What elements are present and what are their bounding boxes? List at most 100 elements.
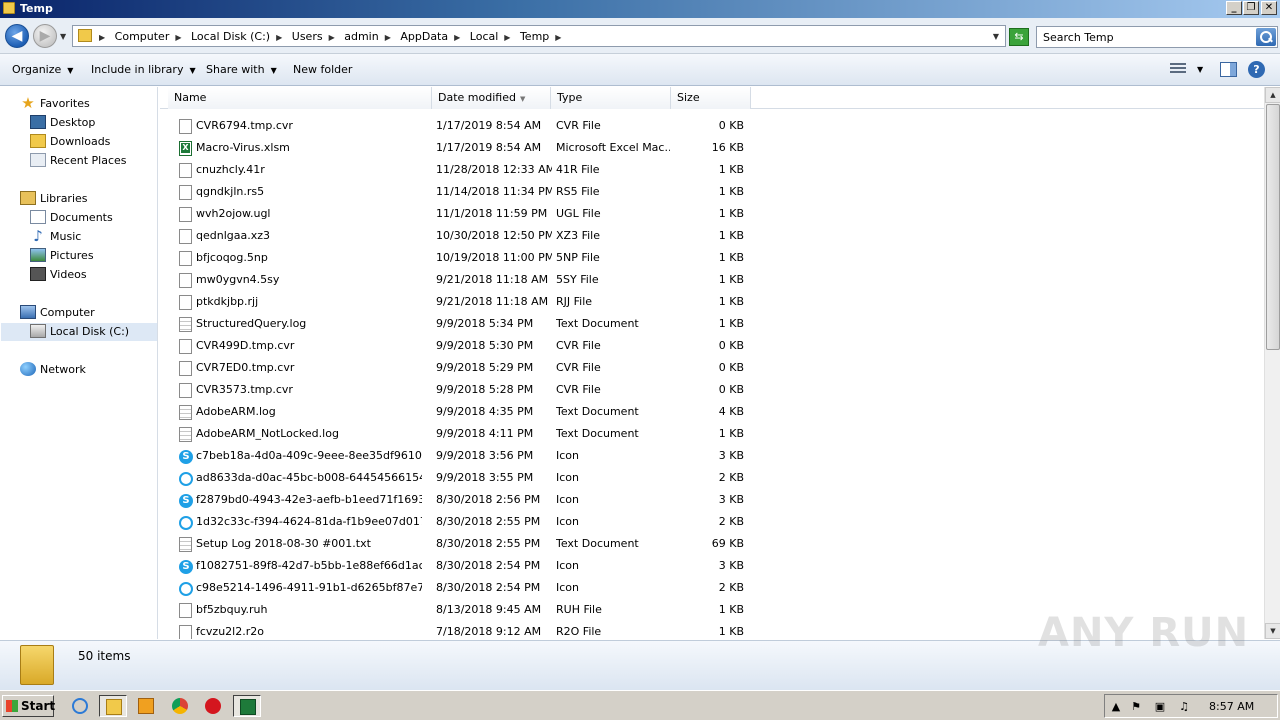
nav-music-label: Music [50,230,82,243]
vertical-scrollbar[interactable]: ▲ ▼ [1264,87,1280,639]
nav-favorites[interactable]: ★ Favorites [20,95,89,113]
show-hidden-icons-icon[interactable]: ▲ [1109,700,1123,714]
address-dropdown[interactable]: ▼ [993,32,999,41]
file-size: 1 KB [718,317,744,330]
new-folder-button[interactable]: New folder [293,63,352,76]
chevron-right-icon[interactable]: ▶ [99,33,105,42]
chevron-right-icon[interactable]: ▶ [555,33,561,42]
nav-downloads[interactable]: Downloads [30,133,110,151]
window-title: Temp [20,2,53,15]
restore-button[interactable]: ❐ [1243,1,1259,15]
file-row[interactable]: wvh2ojow.ugl 11/1/2018 11:59 PM UGL File 1 … [160,203,1264,225]
taskbar-windows-explorer[interactable] [99,695,127,717]
change-view-icon[interactable] [1170,63,1186,75]
breadcrumb-local-disk[interactable]: Local Disk (C:) [191,30,270,43]
recent-pages-dropdown[interactable]: ▼ [60,32,66,41]
taskbar-internet-explorer[interactable] [66,695,94,717]
file-row[interactable]: CVR499D.tmp.cvr 9/9/2018 5:30 PM CVR File 0… [160,335,1264,357]
back-button[interactable]: ◀ [5,24,29,48]
file-type: CVR File [556,383,601,396]
breadcrumb-temp[interactable]: Temp [520,30,549,43]
file-row[interactable]: qgndkjln.rs5 11/14/2018 11:34 PM RS5 File 1… [160,181,1264,203]
network-tray-icon[interactable]: ▣ [1153,700,1167,714]
file-name: CVR3573.tmp.cvr [196,383,293,396]
file-row[interactable]: 1d32c33c-f394-4624-81da-f1b9ee07d017.t..… [160,511,1264,533]
nav-recent-places[interactable]: Recent Places [30,152,127,170]
taskbar-opera[interactable] [199,695,227,717]
address-bar[interactable]: ▶ Computer ▶ Local Disk (C:) ▶ Users ▶ admi… [72,25,1006,47]
start-button[interactable]: Start [2,695,55,717]
file-row[interactable]: Setup Log 2018-08-30 #001.txt 8/30/2018 2… [160,533,1264,555]
file-name: CVR7ED0.tmp.cvr [196,361,295,374]
volume-icon[interactable]: ♫ [1177,700,1191,714]
file-type: Text Document [556,317,639,330]
file-row[interactable]: CVR6794.tmp.cvr 1/17/2019 8:54 AM CVR File… [160,115,1264,137]
chevron-down-icon[interactable]: ▼ [1197,65,1203,74]
chevron-right-icon[interactable]: ▶ [504,33,510,42]
nav-network[interactable]: Network [20,361,86,379]
file-row[interactable]: c98e5214-1496-4911-91b1-d6265bf87e7a.t..… [160,577,1264,599]
nav-local-disk[interactable]: Local Disk (C:) [1,323,157,341]
chevron-right-icon[interactable]: ▶ [276,33,282,42]
file-row[interactable]: f2879bd0-4943-42e3-aefb-b1eed71f1693.t..… [160,489,1264,511]
chevron-right-icon[interactable]: ▶ [329,33,335,42]
chevron-right-icon[interactable]: ▶ [454,33,460,42]
breadcrumb-local[interactable]: Local [470,30,499,43]
column-header-size[interactable]: Size [671,87,751,109]
anyrun-watermark: ANY RUN [1038,610,1250,656]
file-row[interactable]: CVR3573.tmp.cvr 9/9/2018 5:28 PM CVR File 0… [160,379,1264,401]
nav-desktop[interactable]: Desktop [30,114,95,132]
clock[interactable]: 8:57 AM [1209,700,1254,713]
file-row[interactable]: ad8633da-d0ac-45bc-b008-644545661546.t..… [160,467,1264,489]
minimize-button[interactable]: _ [1226,1,1242,15]
taskbar-media-player[interactable] [132,695,160,717]
file-row[interactable]: f1082751-89f8-42d7-b5bb-1e88ef66d1ac.t..… [160,555,1264,577]
search-box[interactable] [1036,26,1278,48]
column-header-name[interactable]: Name [168,87,432,109]
nav-computer[interactable]: Computer [20,304,95,322]
help-icon[interactable]: ? [1248,61,1265,78]
breadcrumb-appdata[interactable]: AppData [400,30,448,43]
breadcrumb-admin[interactable]: admin [344,30,378,43]
file-row[interactable]: AdobeARM.log 9/9/2018 4:35 PM Text Documen… [160,401,1264,423]
file-row[interactable]: qednlgaa.xz3 10/30/2018 12:50 PM XZ3 File 1… [160,225,1264,247]
column-header-date-modified[interactable]: Date modified ▼ [432,87,551,109]
flag-icon[interactable]: ⚑ [1129,700,1143,714]
file-row[interactable]: CVR7ED0.tmp.cvr 9/9/2018 5:29 PM CVR File 0… [160,357,1264,379]
taskbar-excel[interactable] [233,695,261,717]
chevron-right-icon[interactable]: ▶ [175,33,181,42]
forward-button[interactable]: ▶ [33,24,57,48]
nav-music[interactable]: ♪ Music [30,228,81,246]
preview-pane-icon[interactable] [1220,62,1237,77]
file-row[interactable]: ptkdkjbp.rjj 9/21/2018 11:18 AM RJJ File 1 … [160,291,1264,313]
nav-pictures[interactable]: Pictures [30,247,94,265]
nav-videos[interactable]: Videos [30,266,87,284]
file-row[interactable]: StructuredQuery.log 9/9/2018 5:34 PM Text … [160,313,1264,335]
file-row[interactable]: AdobeARM_NotLocked.log 9/9/2018 4:11 PM Te… [160,423,1264,445]
file-icon [179,207,192,222]
share-with-button[interactable]: Share with ▼ [206,63,277,76]
file-row[interactable]: bfjcoqog.5np 10/19/2018 11:00 PM 5NP File 1… [160,247,1264,269]
organize-button[interactable]: Organize ▼ [12,63,73,76]
file-row[interactable]: mw0ygvn4.5sy 9/21/2018 11:18 AM 5SY File 1 … [160,269,1264,291]
search-icon[interactable] [1256,28,1276,46]
nav-documents[interactable]: Documents [30,209,113,227]
scroll-thumb[interactable] [1266,104,1280,350]
column-header-type[interactable]: Type [551,87,671,109]
close-button[interactable]: ✕ [1261,1,1277,15]
file-row[interactable]: cnuzhcly.41r 11/28/2018 12:33 AM 41R File 1… [160,159,1264,181]
scroll-down-button[interactable]: ▼ [1265,623,1280,639]
breadcrumb-computer[interactable]: Computer [115,30,170,43]
refresh-button[interactable]: ⇆ [1009,28,1029,46]
scroll-up-button[interactable]: ▲ [1265,87,1280,103]
chevron-right-icon[interactable]: ▶ [385,33,391,42]
include-in-library-button[interactable]: Include in library ▼ [91,63,196,76]
file-name: fcvzu2l2.r2o [196,625,264,638]
file-type: Text Document [556,405,639,418]
search-input[interactable] [1037,27,1255,47]
file-row[interactable]: c7beb18a-4d0a-409c-9eee-8ee35df9610d.t..… [160,445,1264,467]
taskbar-chrome[interactable] [166,695,194,717]
file-row[interactable]: Macro-Virus.xlsm 1/17/2019 8:54 AM Microso… [160,137,1264,159]
breadcrumb-users[interactable]: Users [292,30,323,43]
nav-libraries[interactable]: Libraries [20,190,88,208]
